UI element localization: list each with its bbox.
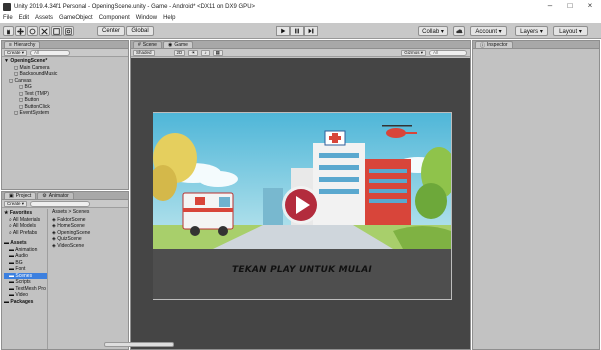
minimize-button[interactable]: – [543,1,557,10]
step-button[interactable] [304,26,318,36]
effects-icon: ▦ [215,49,220,55]
animator-icon: ⚙ [42,193,47,199]
menu-component[interactable]: Component [99,15,130,21]
effects-toggle[interactable]: ▦ [212,49,223,56]
close-button[interactable]: × [583,1,597,10]
folder-icon: ▣ [9,193,14,199]
hand-icon [7,28,10,34]
project-file-list: Assets > Scenes ◈ FaktorScene ◈ HomeScene… [50,209,174,349]
tab-hierarchy[interactable]: ≡ Hierarchy [4,41,41,48]
scale-icon [41,27,48,35]
menu-bar: File Edit Assets GameObject Component Wi… [0,13,601,23]
scene-file-item[interactable]: ◈ VideoScene [52,243,128,250]
play-icon [281,28,286,34]
cloud-icon [455,29,462,34]
gizmos-dropdown[interactable]: Gizmos ▾ [401,49,426,56]
hand-tool-button[interactable] [3,26,14,36]
2d-toggle[interactable]: 2D [173,49,186,56]
hospital-illustration [153,113,451,249]
move-tool-button[interactable] [15,26,26,36]
folder-item[interactable]: ▬ Packages [4,299,47,306]
pivot-global-toggle[interactable]: Global [126,26,154,36]
menu-edit[interactable]: Edit [19,15,29,21]
rect-icon [53,27,60,35]
cloud-button[interactable] [453,26,465,36]
tab-game[interactable]: ◉ Game [162,41,193,48]
inspector-panel: ⓘ Inspector [472,40,600,350]
audio-toggle[interactable]: ♪ [201,49,210,56]
step-icon [308,28,314,34]
list-icon: ≡ [9,42,12,48]
menu-window[interactable]: Window [136,15,157,21]
tab-project[interactable]: ▣ Project [4,192,37,199]
rect-tool-button[interactable] [51,26,62,36]
project-search-input[interactable] [30,200,91,207]
move-icon [17,27,24,35]
pivot-center-toggle[interactable]: Center [97,26,125,36]
hierarchy-item[interactable]: ◻ EventSystem [4,110,128,117]
scene-icon: # [138,42,141,48]
window-titlebar: Unity 2019.4.34f1 Personal - OpeningScen… [0,0,601,13]
scene-panel: # Scene ◉ Game Shaded 2D ☀ ♪ ▦ Gizmos ▾ … [130,40,471,350]
play-controls [276,26,318,36]
collab-dropdown[interactable]: Collab ▾ [418,26,448,36]
scale-tool-button[interactable] [39,26,50,36]
hierarchy-search-input[interactable]: All [30,49,71,56]
layers-dropdown[interactable]: Layers ▾ [515,26,548,36]
play-button[interactable] [276,26,290,36]
rotate-tool-button[interactable] [27,26,38,36]
hierarchy-panel: ≡ Hierarchy Create ▾ All ▼ OpeningScene*… [1,40,129,190]
main-toolbar: Center Global Collab ▾ Account ▾ Layers … [0,23,601,39]
pause-icon [295,28,299,34]
tab-animator[interactable]: ⚙ Animator [37,192,74,199]
start-prompt-text: TEKAN PLAY UNTUK MULAI [232,265,372,275]
favorite-item[interactable]: ⌕ All Prefabs [4,230,47,237]
hierarchy-create-dropdown[interactable]: Create ▾ [4,49,28,56]
project-create-dropdown[interactable]: Create ▾ [4,200,28,207]
transform-icon [65,27,72,35]
tab-scene[interactable]: # Scene [133,41,162,48]
scene-viewport[interactable]: TEKAN PLAY UNTUK MULAI [131,58,470,349]
light-icon: ☀ [191,49,196,55]
project-folder-tree: ★ Favorites ⌕ All Materials ⌕ All Models ⌕ … [2,209,48,349]
layout-dropdown[interactable]: Layout ▾ [553,26,588,36]
tab-inspector[interactable]: ⓘ Inspector [475,41,513,49]
menu-help[interactable]: Help [163,15,175,21]
hierarchy-tree: ▼ OpeningScene* ◻ Main Camera ◻ BacksoundM… [2,57,128,117]
menu-file[interactable]: File [3,15,13,21]
icon-size-slider[interactable] [104,342,174,347]
start-banner: TEKAN PLAY UNTUK MULAI [153,249,451,299]
menu-assets[interactable]: Assets [35,15,53,21]
pause-button[interactable] [290,26,304,36]
unity-logo-icon [3,2,11,11]
info-icon: ⓘ [480,42,486,49]
game-icon: ◉ [167,42,173,48]
project-panel: ▣ Project ⚙ Animator Create ▾ ★ Favorite… [1,191,174,350]
window-title: Unity 2019.4.34f1 Personal - OpeningScen… [14,3,256,10]
menu-gameobject[interactable]: GameObject [59,15,93,21]
maximize-button[interactable]: □ [563,1,577,10]
lighting-toggle[interactable]: ☀ [188,49,199,56]
rotate-icon [29,28,36,34]
account-dropdown[interactable]: Account ▾ [470,26,507,36]
transform-tool-button[interactable] [63,26,74,36]
speaker-icon: ♪ [204,50,207,55]
shading-mode-dropdown[interactable]: Shaded [133,49,155,56]
game-preview: TEKAN PLAY UNTUK MULAI [153,113,451,299]
scene-search-input[interactable]: All [429,49,467,56]
